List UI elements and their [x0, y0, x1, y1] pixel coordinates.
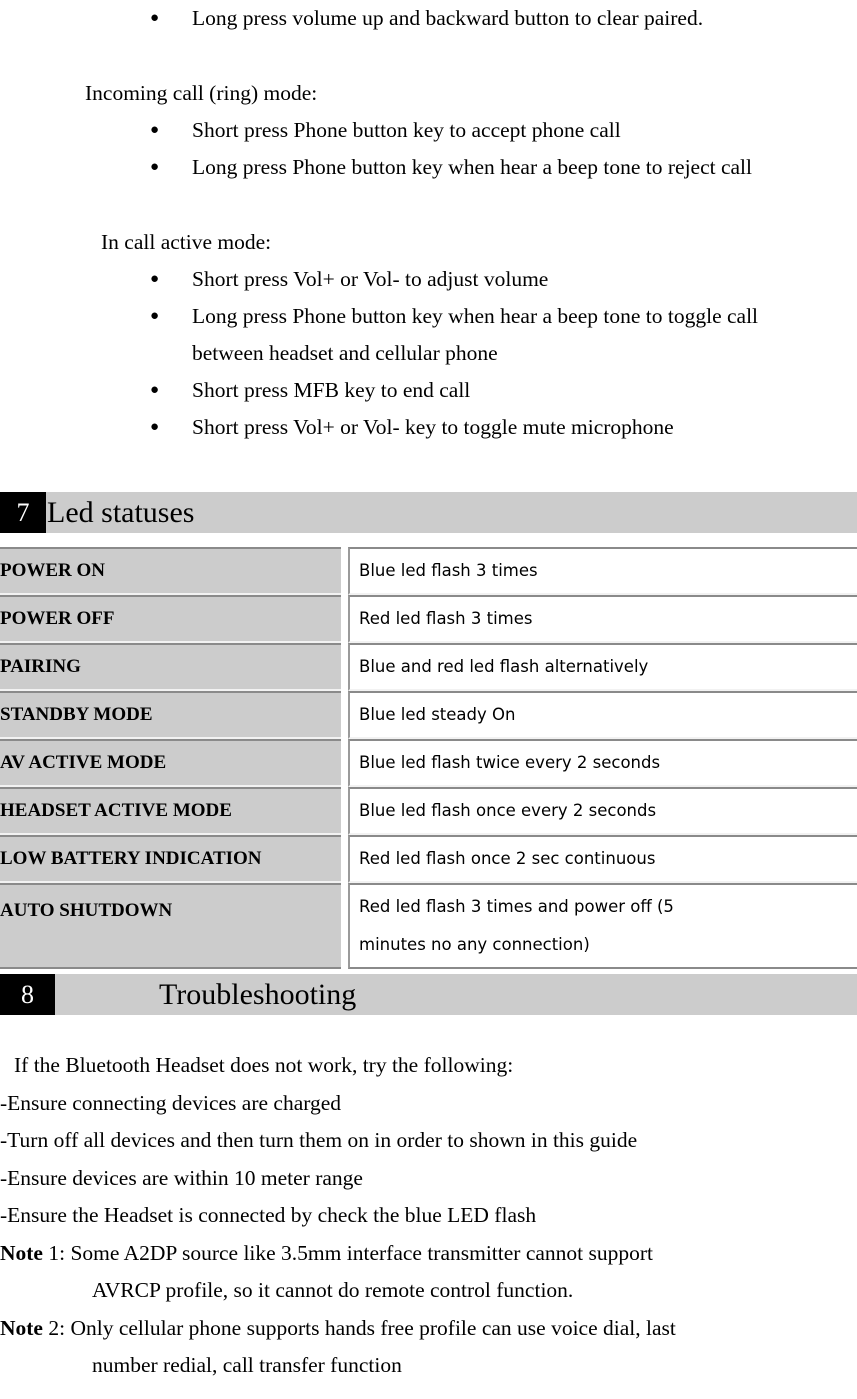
bullet-icon: ● [150, 10, 160, 26]
table-row: PAIRING Blue and red led flash alternati… [0, 643, 857, 691]
list-item: ● Short press Phone button key to accept… [0, 112, 857, 149]
list-item-text: Short press MFB key to end call [192, 378, 471, 402]
column-gap [341, 643, 348, 691]
column-gap [341, 835, 348, 883]
led-status-table-body: POWER ON Blue led flash 3 times POWER OF… [0, 547, 857, 969]
table-row: STANDBY MODE Blue led steady On [0, 691, 857, 739]
table-row: LOW BATTERY INDICATION Red led flash onc… [0, 835, 857, 883]
operation-modes-section: ● Long press volume up and backward butt… [0, 0, 857, 446]
note-continuation: AVRCP profile, so it cannot do remote co… [92, 1278, 574, 1302]
led-state-cell: LOW BATTERY INDICATION [0, 835, 341, 883]
led-state-cell: PAIRING [0, 643, 341, 691]
led-state-cell: AV ACTIVE MODE [0, 739, 341, 787]
led-state-cell: AUTO SHUTDOWN [0, 883, 341, 969]
list-item: ● Short press Vol+ or Vol- key to toggle… [0, 409, 857, 446]
note-label: Note [0, 1315, 43, 1340]
note-label: Note [0, 1240, 43, 1265]
bullet-icon: ● [150, 382, 160, 398]
list-item-text: Long press Phone button key when hear a … [192, 304, 759, 328]
note-text: 2: Only cellular phone supports hands fr… [42, 1315, 676, 1340]
list-item-text: Short press Vol+ or Vol- key to toggle m… [192, 415, 674, 439]
note-line: Note 2: Only cellular phone supports han… [0, 1310, 857, 1348]
list-item-text: Long press Phone button key when hear a … [192, 155, 753, 179]
led-behavior-cell: Red led flash 3 times and power off (5 m… [348, 883, 857, 969]
bullet-icon: ● [150, 159, 160, 175]
list-item-text: Short press Phone button key to accept p… [192, 118, 621, 142]
manual-page: ● Long press volume up and backward butt… [0, 0, 857, 1399]
list-item-continuation: between headset and cellular phone [192, 341, 498, 365]
bullet-icon: ● [150, 122, 160, 138]
list-item: ● Long press volume up and backward butt… [0, 0, 857, 37]
section-heading-troubleshooting: 8 Troubleshooting [0, 974, 857, 1015]
list-item-text: Long press volume up and backward button… [192, 6, 704, 30]
led-behavior-cell: Blue led flash 3 times [348, 547, 857, 595]
led-behavior-cell: Blue and red led flash alternatively [348, 643, 857, 691]
column-gap [341, 739, 348, 787]
led-behavior-cell: Red led flash once 2 sec continuous [348, 835, 857, 883]
in-call-active-mode-label: In call active mode: [101, 230, 272, 254]
led-behavior-cell: Blue led flash twice every 2 seconds [348, 739, 857, 787]
column-gap [341, 547, 348, 595]
troubleshooting-check: -Ensure the Headset is connected by chec… [0, 1203, 537, 1227]
list-item: ● Long press Phone button key when hear … [0, 298, 857, 335]
led-behavior-cell: Blue led flash once every 2 seconds [348, 787, 857, 835]
note-continuation: number redial, call transfer function [92, 1353, 402, 1377]
bullet-icon: ● [150, 271, 160, 287]
troubleshooting-intro: If the Bluetooth Headset does not work, … [14, 1053, 514, 1077]
column-gap [341, 787, 348, 835]
list-item: ● Long press Phone button key when hear … [0, 149, 857, 186]
table-row: AUTO SHUTDOWN Red led flash 3 times and … [0, 883, 857, 969]
troubleshooting-check: -Turn off all devices and then turn them… [0, 1128, 638, 1152]
table-row: POWER OFF Red led flash 3 times [0, 595, 857, 643]
column-gap [341, 691, 348, 739]
section-number-badge: 7 [0, 492, 46, 533]
list-item-text: Short press Vol+ or Vol- to adjust volum… [192, 267, 549, 291]
led-behavior-cell: Blue led steady On [348, 691, 857, 739]
bullet-icon: ● [150, 419, 160, 435]
table-row: POWER ON Blue led flash 3 times [0, 547, 857, 595]
table-row: AV ACTIVE MODE Blue led flash twice ever… [0, 739, 857, 787]
section-number-badge: 8 [0, 974, 55, 1015]
incoming-call-mode-label: Incoming call (ring) mode: [85, 81, 318, 105]
list-item: ● Short press Vol+ or Vol- to adjust vol… [0, 261, 857, 298]
column-gap [341, 595, 348, 643]
led-state-cell: POWER OFF [0, 595, 341, 643]
table-row: HEADSET ACTIVE MODE Blue led flash once … [0, 787, 857, 835]
note-line: Note 1: Some A2DP source like 3.5mm inte… [0, 1235, 857, 1273]
troubleshooting-check: -Ensure devices are within 10 meter rang… [0, 1165, 363, 1190]
troubleshooting-check: -Ensure connecting devices are charged [0, 1090, 342, 1115]
troubleshooting-body: If the Bluetooth Headset does not work, … [0, 1047, 857, 1385]
led-state-cell: HEADSET ACTIVE MODE [0, 787, 341, 835]
bullet-icon: ● [150, 308, 160, 324]
section-title: Led statuses [47, 496, 195, 529]
led-state-cell: STANDBY MODE [0, 691, 341, 739]
note-text: 1: Some A2DP source like 3.5mm interface… [42, 1240, 654, 1265]
led-status-table: POWER ON Blue led flash 3 times POWER OF… [0, 547, 857, 969]
led-state-cell: POWER ON [0, 547, 341, 595]
column-gap [341, 883, 348, 969]
list-item: ● Short press MFB key to end call [0, 372, 857, 409]
section-title: Troubleshooting [159, 978, 357, 1011]
led-behavior-cell: Red led flash 3 times [348, 595, 857, 643]
section-heading-led-statuses: 7 Led statuses [0, 492, 857, 533]
